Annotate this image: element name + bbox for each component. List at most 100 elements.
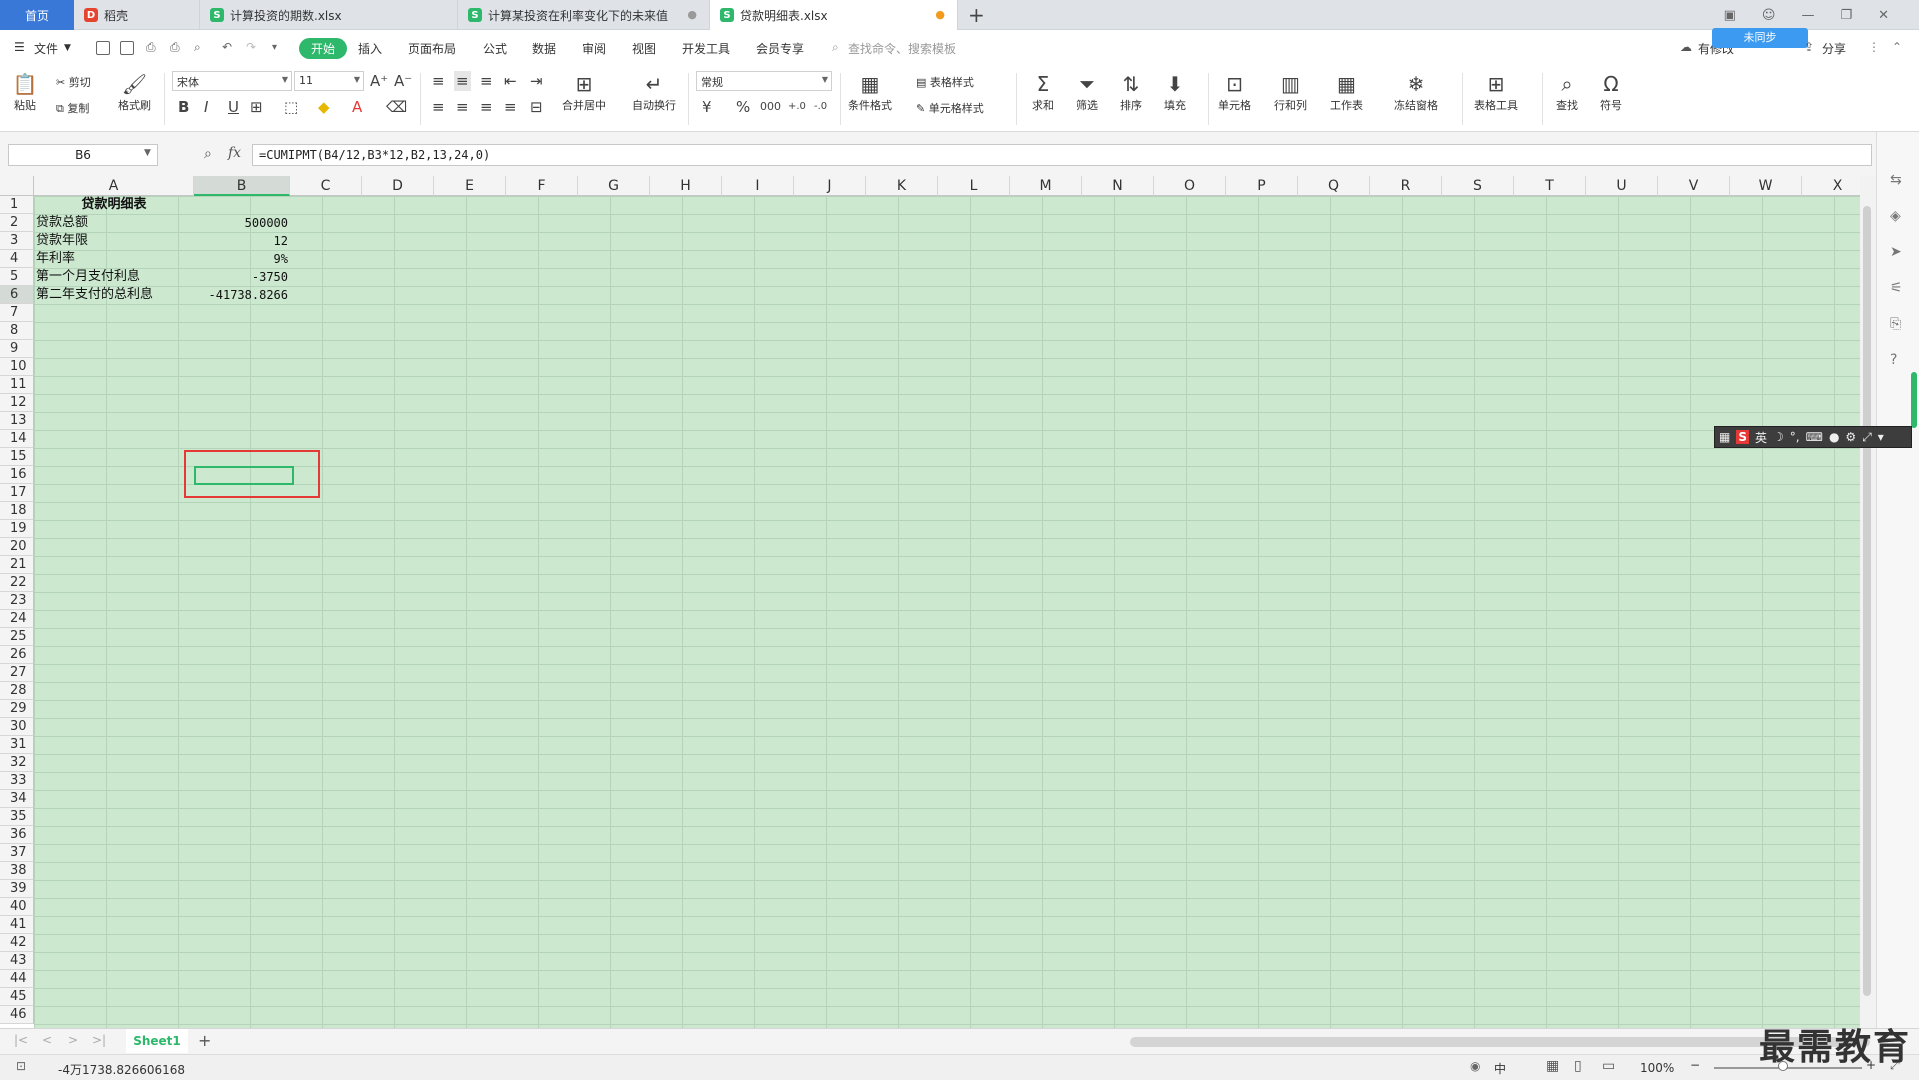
column-header-f[interactable]: F: [506, 176, 578, 196]
row-header-23[interactable]: 23: [0, 592, 34, 610]
print-preview-icon[interactable]: ⌕: [194, 40, 201, 55]
table-style-button[interactable]: ▤ 表格样式: [916, 74, 974, 90]
row-header-41[interactable]: 41: [0, 916, 34, 934]
cells-button[interactable]: ⊡ 单元格: [1218, 71, 1251, 113]
row-header-27[interactable]: 27: [0, 664, 34, 682]
backup-icon[interactable]: ⎘: [1890, 316, 1906, 332]
row-header-44[interactable]: 44: [0, 970, 34, 988]
formula-input[interactable]: =CUMIPMT(B4/12,B3*12,B2,13,24,0): [252, 144, 1872, 166]
wrap-text-button[interactable]: ↵ 自动换行: [632, 71, 676, 113]
prev-sheet-icon[interactable]: <: [42, 1033, 52, 1047]
row-header-26[interactable]: 26: [0, 646, 34, 664]
row-header-39[interactable]: 39: [0, 880, 34, 898]
cell-A2[interactable]: 贷款总额: [36, 214, 88, 232]
redo-icon[interactable]: ↷: [246, 40, 256, 54]
next-sheet-icon[interactable]: >: [68, 1033, 78, 1047]
tab-loan-details[interactable]: S 贷款明细表.xlsx ●: [710, 0, 958, 30]
row-header-28[interactable]: 28: [0, 682, 34, 700]
border-icon[interactable]: ⊞: [250, 99, 263, 115]
row-header-10[interactable]: 10: [0, 358, 34, 376]
spreadsheet-grid[interactable]: ABCDEFGHIJKLMNOPQRSTUVWX 1 2 3 4 5 6 7 8 9 10 11 12…: [0, 176, 1860, 1028]
menu-file[interactable]: 文件: [34, 40, 58, 57]
more-icon[interactable]: ⋮: [1868, 40, 1880, 54]
menu-insert[interactable]: 插入: [358, 40, 382, 57]
row-header-17[interactable]: 17: [0, 484, 34, 502]
row-header-21[interactable]: 21: [0, 556, 34, 574]
select-pointer-icon[interactable]: ➤: [1890, 244, 1906, 260]
underline-icon[interactable]: U: [228, 99, 239, 115]
row-header-18[interactable]: 18: [0, 502, 34, 520]
row-header-6[interactable]: 6: [0, 286, 34, 304]
row-header-29[interactable]: 29: [0, 700, 34, 718]
row-header-33[interactable]: 33: [0, 772, 34, 790]
cell-fill-icon[interactable]: ⬚: [284, 99, 298, 115]
user-avatar-icon[interactable]: ☺: [1762, 8, 1776, 23]
row-header-25[interactable]: 25: [0, 628, 34, 646]
menu-data[interactable]: 数据: [532, 40, 556, 57]
column-header-u[interactable]: U: [1586, 176, 1658, 196]
column-header-h[interactable]: H: [650, 176, 722, 196]
cloud-sync-icon[interactable]: ☁: [1680, 40, 1692, 54]
worksheet-button[interactable]: ▦ 工作表: [1330, 71, 1363, 113]
macro-record-icon[interactable]: ⊡: [16, 1059, 26, 1073]
shape-icon[interactable]: ◈: [1890, 208, 1906, 224]
ime-keyboard-icon[interactable]: ⌨: [1806, 430, 1823, 444]
menu-start[interactable]: 开始: [299, 38, 348, 59]
sync-badge[interactable]: 未同步: [1712, 28, 1808, 48]
align-middle-icon[interactable]: ≡: [454, 71, 471, 91]
currency-icon[interactable]: ¥: [702, 99, 712, 115]
fill-button[interactable]: ⬇ 填充: [1162, 71, 1188, 113]
sheet-tab-sheet1[interactable]: Sheet1: [126, 1029, 188, 1053]
row-header-11[interactable]: 11: [0, 376, 34, 394]
page-layout-view-icon[interactable]: ▯: [1574, 1058, 1582, 1074]
conditional-format-button[interactable]: ▦ 条件格式: [848, 71, 892, 113]
vertical-scrollbar[interactable]: [1860, 176, 1876, 1028]
column-header-r[interactable]: R: [1370, 176, 1442, 196]
menu-page-layout[interactable]: 页面布局: [408, 40, 456, 57]
minimize-icon[interactable]: —: [1801, 8, 1814, 23]
tab-file-future-value[interactable]: S 计算某投资在利率变化下的未来值 ●: [458, 0, 710, 30]
share-button[interactable]: 分享: [1822, 40, 1846, 57]
distribute-icon[interactable]: ⊟: [530, 99, 543, 115]
row-header-20[interactable]: 20: [0, 538, 34, 556]
cell-A5[interactable]: 第一个月支付利息: [36, 268, 140, 286]
row-header-16[interactable]: 16: [0, 466, 34, 484]
menu-vip[interactable]: 会员专享: [756, 40, 804, 57]
highlight-color-icon[interactable]: ◆: [318, 99, 330, 115]
justify-icon[interactable]: ≡: [504, 99, 517, 115]
row-header-9[interactable]: 9: [0, 340, 34, 358]
decrease-font-icon[interactable]: A⁻: [394, 73, 412, 89]
row-header-31[interactable]: 31: [0, 736, 34, 754]
cell-B2[interactable]: 500000: [194, 214, 290, 232]
sum-button[interactable]: Σ 求和: [1030, 71, 1056, 113]
percent-icon[interactable]: %: [736, 99, 750, 115]
add-sheet-button[interactable]: +: [198, 1031, 211, 1050]
cell-A1[interactable]: 贷款明细表: [34, 196, 194, 214]
column-header-j[interactable]: J: [794, 176, 866, 196]
increase-decimal-icon[interactable]: +.0: [788, 99, 806, 115]
row-header-38[interactable]: 38: [0, 862, 34, 880]
copy-button[interactable]: ⧉ 复制: [56, 100, 89, 116]
normal-view-icon[interactable]: ▦: [1546, 1058, 1559, 1074]
zoom-out-icon[interactable]: −: [1690, 1058, 1700, 1072]
find-button[interactable]: ⌕ 查找: [1554, 71, 1580, 113]
tab-home[interactable]: 首页: [0, 0, 74, 30]
menu-view[interactable]: 视图: [632, 40, 656, 57]
font-name-select[interactable]: 宋体 ▼: [172, 71, 292, 91]
align-center-icon[interactable]: ≡: [456, 99, 469, 115]
column-header-d[interactable]: D: [362, 176, 434, 196]
row-header-5[interactable]: 5: [0, 268, 34, 286]
row-header-4[interactable]: 4: [0, 250, 34, 268]
help-icon[interactable]: ?: [1890, 352, 1906, 368]
tab-daoke[interactable]: D 稻壳: [74, 0, 200, 30]
eye-protection-icon[interactable]: ◉: [1470, 1059, 1480, 1073]
row-col-button[interactable]: ▥ 行和列: [1274, 71, 1307, 113]
decrease-decimal-icon[interactable]: -.0: [814, 99, 827, 115]
cell-B6[interactable]: -41738.8266: [194, 286, 290, 304]
row-header-35[interactable]: 35: [0, 808, 34, 826]
row-header-14[interactable]: 14: [0, 430, 34, 448]
menu-review[interactable]: 审阅: [582, 40, 606, 57]
row-header-2[interactable]: 2: [0, 214, 34, 232]
column-header-n[interactable]: N: [1082, 176, 1154, 196]
row-header-30[interactable]: 30: [0, 718, 34, 736]
